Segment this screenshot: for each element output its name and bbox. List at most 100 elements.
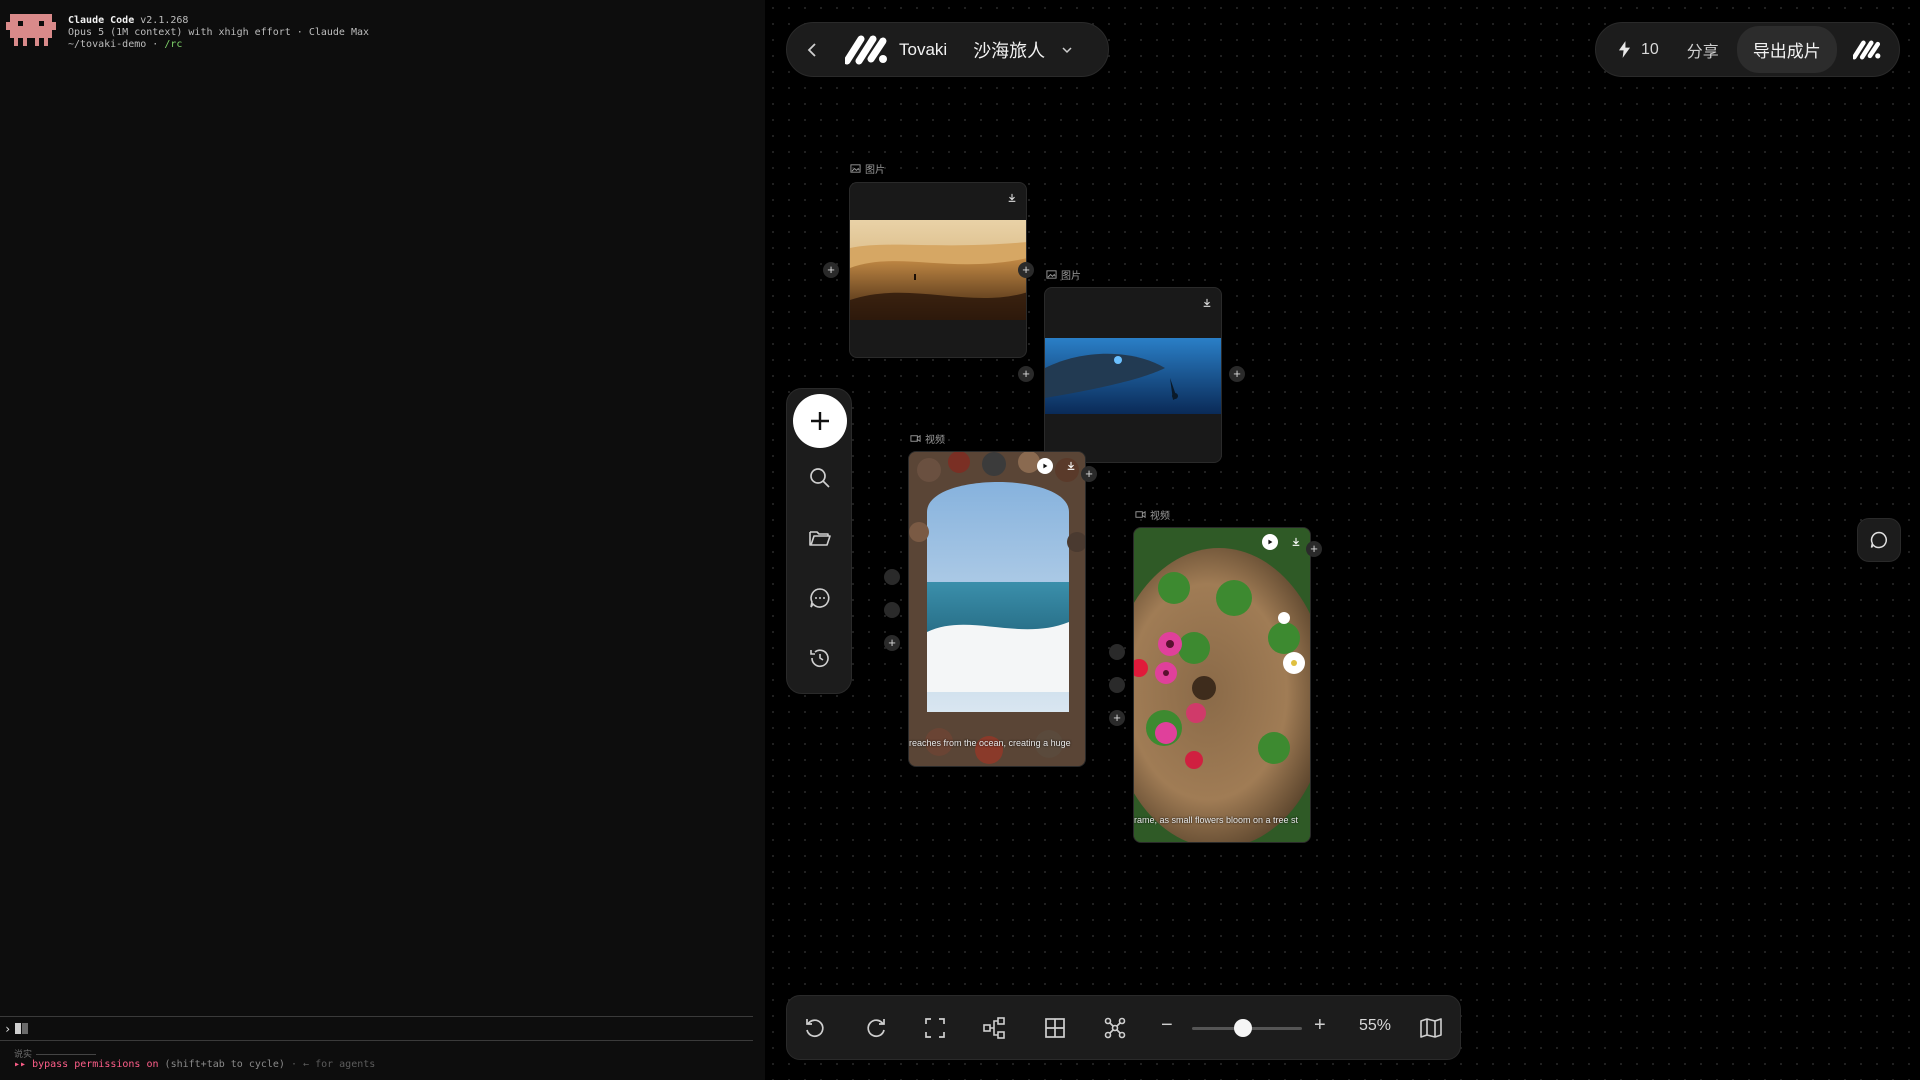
- export-button[interactable]: 导出成片: [1736, 26, 1837, 73]
- image-card-sea-creature[interactable]: [1044, 287, 1222, 463]
- chevron-left-icon[interactable]: [803, 40, 823, 60]
- card-type-text: 图片: [865, 165, 885, 176]
- add-button[interactable]: [793, 394, 847, 448]
- flow-layout-icon[interactable]: [982, 1016, 1006, 1040]
- desert-image: [850, 220, 1026, 320]
- video-caption: reaches from the ocean, creating a huge: [909, 738, 1071, 748]
- top-right-toolbar: 10 分享 导出成片: [1595, 22, 1900, 77]
- prompt-symbol: ›: [4, 1022, 12, 1036]
- card-type-text: 视频: [1150, 511, 1170, 522]
- status-line: ▸▸ bypass permissions on (shift+tab to c…: [14, 1059, 375, 1070]
- sea-creature-image: [1045, 338, 1221, 414]
- zoom-out-button[interactable]: −: [1161, 1014, 1173, 1037]
- tovaki-logo-icon: [845, 35, 887, 64]
- chat-icon[interactable]: [808, 586, 832, 610]
- image-icon: [850, 164, 861, 173]
- terminal-rc-command: /rc: [164, 39, 183, 50]
- status-arrows: ▸▸: [14, 1059, 27, 1070]
- download-icon: [1008, 193, 1016, 202]
- folder-icon[interactable]: [808, 526, 832, 550]
- add-node-button[interactable]: +: [884, 635, 900, 651]
- prompt-input[interactable]: ›: [4, 1022, 29, 1036]
- download-icon: [1292, 537, 1300, 546]
- terminal-app-name: Claude Code: [68, 15, 135, 26]
- bottom-toolbar: − + 55%: [786, 995, 1461, 1060]
- search-icon[interactable]: [808, 466, 832, 490]
- project-name[interactable]: 沙海旅人: [973, 37, 1045, 63]
- video-card-flowers[interactable]: rame, as small flowers bloom on a tree s…: [1133, 527, 1311, 843]
- map-icon[interactable]: [1419, 1016, 1443, 1040]
- download-button[interactable]: [1004, 190, 1020, 206]
- canvas-area[interactable]: Tovaki 沙海旅人 10 分享 导出成片 图片 + + + 图片 + 视频 …: [765, 0, 1920, 1080]
- add-node-button[interactable]: +: [823, 262, 839, 278]
- status-mode: bypass permissions on: [32, 1059, 159, 1070]
- terminal-cwd: ~/tovaki-demo ·: [68, 39, 165, 50]
- add-node-button[interactable]: +: [1109, 710, 1125, 726]
- brand-name: Tovaki: [899, 39, 948, 59]
- video-caption: rame, as small flowers bloom on a tree s…: [1134, 815, 1299, 825]
- add-node-button[interactable]: +: [1229, 366, 1245, 382]
- status-hint: (shift+tab to cycle): [164, 1059, 285, 1070]
- add-icon: [811, 412, 829, 430]
- audio-out-icon[interactable]: [884, 602, 900, 618]
- download-button[interactable]: [1288, 534, 1304, 550]
- chat-button[interactable]: [1857, 518, 1901, 562]
- play-icon: [1268, 539, 1273, 545]
- audio-in-icon[interactable]: [1109, 644, 1125, 660]
- play-button[interactable]: [1037, 458, 1053, 474]
- image-icon: [1046, 270, 1057, 279]
- status-extra: · ← for agents: [291, 1059, 376, 1070]
- ocean-video-frame: [909, 452, 1085, 766]
- zoom-in-button[interactable]: +: [1314, 1014, 1326, 1037]
- text-cursor: [15, 1023, 22, 1034]
- prompt-top-rule: [0, 1016, 753, 1017]
- card-type-text: 图片: [1061, 271, 1081, 282]
- card-type-label: 视频: [1135, 507, 1170, 522]
- share-button[interactable]: 分享: [1687, 38, 1719, 62]
- history-icon[interactable]: [808, 646, 832, 670]
- grid-icon[interactable]: [1043, 1016, 1067, 1040]
- lightning-icon: [1618, 41, 1631, 58]
- add-node-button[interactable]: +: [1081, 466, 1097, 482]
- card-type-text: 视频: [925, 435, 945, 446]
- add-node-button[interactable]: +: [1306, 541, 1322, 557]
- speech-bubble-icon: [1870, 531, 1887, 549]
- card-type-label: 视频: [910, 431, 945, 446]
- credits-counter[interactable]: 10: [1618, 41, 1659, 59]
- prompt-bottom-rule: [0, 1040, 753, 1041]
- terminal-model-line: Opus 5 (1M context) with xhigh effort · …: [68, 27, 370, 38]
- download-icon: [1067, 461, 1075, 470]
- video-card-ocean[interactable]: reaches from the ocean, creating a huge: [908, 451, 1086, 767]
- card-type-label: 图片: [850, 161, 885, 176]
- add-node-button[interactable]: +: [1018, 366, 1034, 382]
- project-header: Tovaki 沙海旅人: [786, 22, 1109, 77]
- add-node-button[interactable]: +: [1018, 262, 1034, 278]
- zoom-level[interactable]: 55%: [1359, 1017, 1391, 1035]
- video-icon: [910, 434, 921, 443]
- download-button[interactable]: [1199, 295, 1215, 311]
- terminal-version: v2.1.268: [140, 15, 189, 26]
- zoom-slider-handle[interactable]: [1233, 1019, 1252, 1037]
- download-icon: [1203, 298, 1211, 307]
- play-button[interactable]: [1262, 534, 1278, 550]
- text-cursor-ghost: [22, 1023, 29, 1034]
- tip-divider: [36, 1054, 97, 1055]
- node-graph-icon[interactable]: [1103, 1016, 1127, 1040]
- video-icon: [1135, 510, 1146, 519]
- card-type-label: 图片: [1046, 267, 1081, 282]
- audio-in-icon[interactable]: [884, 569, 900, 585]
- claude-mascot-icon: [6, 14, 56, 46]
- undo-icon[interactable]: [803, 1016, 827, 1040]
- tovaki-logo-icon[interactable]: [1852, 39, 1883, 61]
- chevron-down-icon[interactable]: [1061, 44, 1073, 56]
- flowers-video-frame: [1134, 528, 1310, 842]
- fit-screen-icon[interactable]: [923, 1016, 947, 1040]
- redo-icon[interactable]: [864, 1016, 888, 1040]
- image-card-desert[interactable]: [849, 182, 1027, 358]
- terminal-header: Claude Code v2.1.268 Opus 5 (1M context)…: [68, 15, 369, 51]
- credits-value: 10: [1641, 40, 1659, 58]
- download-button[interactable]: [1063, 458, 1079, 474]
- audio-out-icon[interactable]: [1109, 677, 1125, 693]
- terminal-pane[interactable]: Claude Code v2.1.268 Opus 5 (1M context)…: [0, 0, 765, 1080]
- tool-sidebar: [786, 388, 852, 694]
